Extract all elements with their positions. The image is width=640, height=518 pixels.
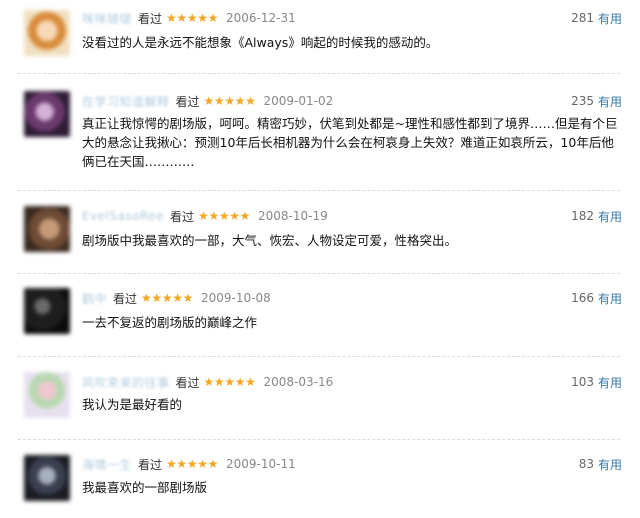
- star-icon: ★: [186, 457, 198, 471]
- review-item: 海啸一生 看过 ★ ★ ★ ★ ★ 2009-10-11 83 有用 我最喜欢的一部剧场…: [0, 440, 640, 518]
- username-link[interactable]: EvelSasoRee: [82, 209, 164, 223]
- username-link[interactable]: 在学习知道解释: [82, 93, 170, 110]
- review-date: 2006-12-31: [225, 11, 296, 25]
- star-icon: ★: [197, 11, 208, 25]
- star-icon: ★: [224, 94, 236, 108]
- rating-stars: ★ ★ ★ ★ ★: [204, 376, 256, 388]
- star-icon: ★: [151, 291, 163, 305]
- star-icon: ★: [186, 11, 198, 25]
- avatar[interactable]: [24, 10, 70, 56]
- review-item: 风吹来来的往事 看过 ★ ★ ★ ★ ★ 2008-03-16 103 有用 我认为是最…: [0, 357, 640, 440]
- review-date: 2009-01-02: [263, 94, 334, 108]
- watch-status: 看过: [138, 457, 163, 472]
- star-icon: ★: [161, 291, 173, 305]
- review-date: 2008-10-19: [258, 209, 328, 223]
- watch-status: 看过: [175, 94, 200, 109]
- vote-count: 182: [571, 209, 594, 223]
- vote-count: 83: [578, 457, 594, 471]
- star-icon: ★: [141, 291, 152, 305]
- review-content: 剧场版中我最喜欢的一部，大气、恢宏、人物设定可爱，性格突出。: [82, 233, 458, 248]
- review-date: 2009-10-11: [225, 457, 296, 471]
- star-icon: ★: [197, 457, 208, 471]
- review-content: 一去不复返的剧场版的巅峰之作: [82, 315, 258, 330]
- vote-count: 235: [571, 94, 594, 108]
- review-item: 在学习知道解释 看过 ★ ★ ★ ★ ★ 2009-01-02 235 有用 真正让我惊…: [0, 74, 640, 191]
- watch-status: 看过: [113, 291, 138, 306]
- star-icon: ★: [213, 375, 225, 389]
- useful-button[interactable]: 有用: [598, 93, 622, 110]
- useful-button[interactable]: 有用: [598, 208, 622, 225]
- star-icon: ★: [208, 209, 220, 223]
- star-icon: ★: [172, 291, 183, 305]
- star-icon: ★: [166, 457, 177, 471]
- review-content: 没看过的人是永远不能想象《Always》响起的时候我的感动的。: [82, 35, 439, 50]
- star-icon: ★: [213, 94, 225, 108]
- rating-stars: ★ ★ ★ ★ ★: [166, 12, 218, 24]
- star-icon: ★: [166, 11, 177, 25]
- star-icon: ★: [224, 375, 236, 389]
- useful-button[interactable]: 有用: [598, 374, 622, 391]
- watch-status: 看过: [175, 375, 200, 390]
- useful-button[interactable]: 有用: [598, 456, 622, 473]
- username-link[interactable]: 鹤中: [82, 290, 107, 307]
- review-content: 我最喜欢的一部剧场版: [82, 480, 208, 495]
- review-item: 鹤中 看过 ★ ★ ★ ★ ★ 2009-10-08 166 有用 一去不复返的剧场版的…: [0, 274, 640, 357]
- vote-count: 281: [571, 11, 594, 25]
- watch-status: 看过: [138, 11, 163, 26]
- star-icon: ★: [198, 209, 209, 223]
- star-icon: ★: [207, 457, 219, 471]
- rating-stars: ★ ★ ★ ★ ★: [204, 95, 256, 107]
- avatar[interactable]: [24, 372, 70, 418]
- star-icon: ★: [182, 291, 194, 305]
- avatar[interactable]: [24, 455, 70, 501]
- star-icon: ★: [234, 375, 246, 389]
- avatar[interactable]: [24, 91, 70, 137]
- star-icon: ★: [234, 94, 246, 108]
- watch-status: 看过: [170, 209, 195, 224]
- star-icon: ★: [245, 94, 256, 108]
- review-date: 2009-10-08: [200, 291, 271, 305]
- star-icon: ★: [245, 375, 256, 389]
- review-item: EvelSasoRee 看过 ★ ★ ★ ★ ★ 2008-10-19 182 有用 剧…: [0, 191, 640, 274]
- vote-count: 103: [571, 375, 594, 389]
- rating-stars: ★ ★ ★ ★ ★: [166, 458, 218, 470]
- username-link[interactable]: 咪咪啵啵: [82, 10, 132, 27]
- star-icon: ★: [203, 94, 215, 108]
- useful-button[interactable]: 有用: [598, 290, 622, 307]
- username-link[interactable]: 海啸一生: [82, 456, 132, 473]
- star-icon: ★: [176, 457, 188, 471]
- rating-stars: ★ ★ ★ ★ ★: [198, 210, 250, 222]
- star-icon: ★: [239, 209, 251, 223]
- avatar[interactable]: [24, 206, 70, 252]
- star-icon: ★: [176, 11, 188, 25]
- star-icon: ★: [207, 11, 219, 25]
- review-content: 真正让我惊愕的剧场版，呵呵。精密巧妙，伏笔到处都是~理性和感性都到了境界……但是…: [82, 116, 618, 169]
- review-item: 咪咪啵啵 看过 ★ ★ ★ ★ ★ 2006-12-31 281 有用 没看过的人是永远…: [0, 0, 640, 74]
- star-icon: ★: [218, 209, 230, 223]
- review-content: 我认为是最好看的: [82, 397, 183, 412]
- username-link[interactable]: 风吹来来的往事: [82, 374, 170, 391]
- useful-button[interactable]: 有用: [598, 10, 622, 27]
- review-date: 2008-03-16: [263, 375, 334, 389]
- avatar[interactable]: [24, 288, 70, 334]
- rating-stars: ★ ★ ★ ★ ★: [141, 292, 193, 304]
- vote-count: 166: [571, 291, 594, 305]
- star-icon: ★: [203, 375, 215, 389]
- star-icon: ★: [229, 209, 240, 223]
